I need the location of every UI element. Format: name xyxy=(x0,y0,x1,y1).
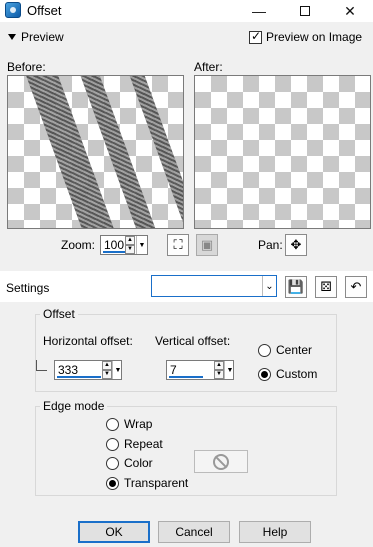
zoom-actual-size-button[interactable]: ▣ xyxy=(196,234,218,256)
vertical-spin-buttons[interactable]: ▲ ▼ xyxy=(214,361,224,379)
before-label: Before: xyxy=(7,60,46,74)
spin-up-icon[interactable]: ▲ xyxy=(214,361,224,370)
spin-up-icon[interactable]: ▲ xyxy=(102,361,112,370)
wrap-label: Wrap xyxy=(124,417,153,431)
offset-group-title: Offset xyxy=(40,307,78,321)
vertical-dropdown-arrow[interactable]: ▼ xyxy=(224,361,235,379)
close-icon: ✕ xyxy=(344,2,356,19)
transparent-label: Transparent xyxy=(124,476,189,490)
preview-on-image-checkbox[interactable]: Preview on Image xyxy=(249,29,363,44)
maximize-button[interactable] xyxy=(282,0,328,22)
transparent-radio[interactable]: Transparent xyxy=(106,476,188,490)
edge-color-swatch[interactable] xyxy=(194,450,248,473)
minimize-button[interactable]: — xyxy=(236,0,282,22)
pan-button[interactable]: ✥ xyxy=(285,234,307,256)
after-preview[interactable] xyxy=(194,75,371,229)
vertical-offset-spinbox[interactable]: ▲ ▼ ▼ xyxy=(166,360,234,380)
chevron-down-icon[interactable]: ⌄ xyxy=(262,276,276,296)
preset-dropdown[interactable]: ⌄ xyxy=(151,275,277,297)
spin-up-icon[interactable]: ▲ xyxy=(125,236,135,245)
actual-size-icon: ▣ xyxy=(200,237,214,252)
radio-indicator[interactable] xyxy=(106,417,119,431)
preview-collapse-toggle[interactable]: Preview xyxy=(8,30,64,44)
zoom-label: Zoom: xyxy=(61,238,96,252)
pan-label: Pan: xyxy=(258,238,283,252)
after-label: After: xyxy=(194,60,223,74)
minimize-icon: — xyxy=(252,3,266,19)
edge-mode-title: Edge mode xyxy=(40,399,108,413)
settings-label: Settings xyxy=(6,281,50,295)
color-radio[interactable]: Color xyxy=(106,456,153,470)
no-color-icon xyxy=(213,453,229,470)
window-title: Offset xyxy=(27,3,62,18)
horizontal-spin-buttons[interactable]: ▲ ▼ xyxy=(102,361,112,379)
color-label: Color xyxy=(124,456,153,470)
field-underline xyxy=(57,376,101,378)
preview-label: Preview xyxy=(21,30,64,44)
vertical-offset-label: Vertical offset: xyxy=(155,334,231,348)
dice-icon: ⚄ xyxy=(320,279,332,294)
app-icon xyxy=(5,2,21,18)
horizontal-offset-spinbox[interactable]: ▲ ▼ ▼ xyxy=(54,360,122,380)
link-offsets-toggle[interactable] xyxy=(36,360,47,371)
field-underline xyxy=(169,376,203,378)
save-icon: 💾 xyxy=(287,279,305,294)
horizontal-offset-label: Horizontal offset: xyxy=(43,334,133,348)
reset-icon: ↶ xyxy=(350,279,362,294)
reset-button[interactable]: ↶ xyxy=(345,276,367,298)
close-button[interactable]: ✕ xyxy=(327,0,373,22)
chevron-down-icon xyxy=(8,34,16,40)
zoom-dropdown-arrow[interactable]: ▼ xyxy=(136,236,147,254)
save-preset-button[interactable]: 💾 xyxy=(285,276,307,298)
help-button[interactable]: Help xyxy=(239,521,311,543)
radio-indicator[interactable] xyxy=(106,476,119,490)
preview-on-image-label: Preview on Image xyxy=(266,30,363,44)
center-label: Center xyxy=(276,343,313,357)
repeat-radio[interactable]: Repeat xyxy=(106,437,163,451)
before-preview[interactable] xyxy=(7,75,184,229)
horizontal-dropdown-arrow[interactable]: ▼ xyxy=(112,361,123,379)
radio-indicator[interactable] xyxy=(258,343,271,357)
randomize-button[interactable]: ⚄ xyxy=(315,276,337,298)
center-radio[interactable]: Center xyxy=(258,343,312,357)
repeat-label: Repeat xyxy=(124,437,163,451)
radio-indicator[interactable] xyxy=(106,456,119,470)
zoom-fit-button[interactable]: ⛶ xyxy=(167,234,189,256)
zoom-spin-buttons[interactable]: ▲ ▼ xyxy=(125,236,135,254)
ok-button[interactable]: OK xyxy=(78,521,150,543)
zoom-fit-icon: ⛶ xyxy=(173,237,183,252)
cancel-button[interactable]: Cancel xyxy=(158,521,230,543)
spin-down-icon[interactable]: ▼ xyxy=(125,245,135,254)
custom-label: Custom xyxy=(276,367,318,381)
move-icon: ✥ xyxy=(290,237,302,252)
maximize-icon xyxy=(300,6,310,16)
spin-down-icon[interactable]: ▼ xyxy=(214,370,224,379)
custom-radio[interactable]: Custom xyxy=(258,367,317,381)
spin-down-icon[interactable]: ▼ xyxy=(102,370,112,379)
radio-indicator[interactable] xyxy=(258,367,271,381)
checkbox-box[interactable] xyxy=(249,29,262,44)
zoom-spinbox[interactable]: ▲ ▼ ▼ xyxy=(100,235,148,255)
wrap-radio[interactable]: Wrap xyxy=(106,417,152,431)
radio-indicator[interactable] xyxy=(106,437,119,451)
